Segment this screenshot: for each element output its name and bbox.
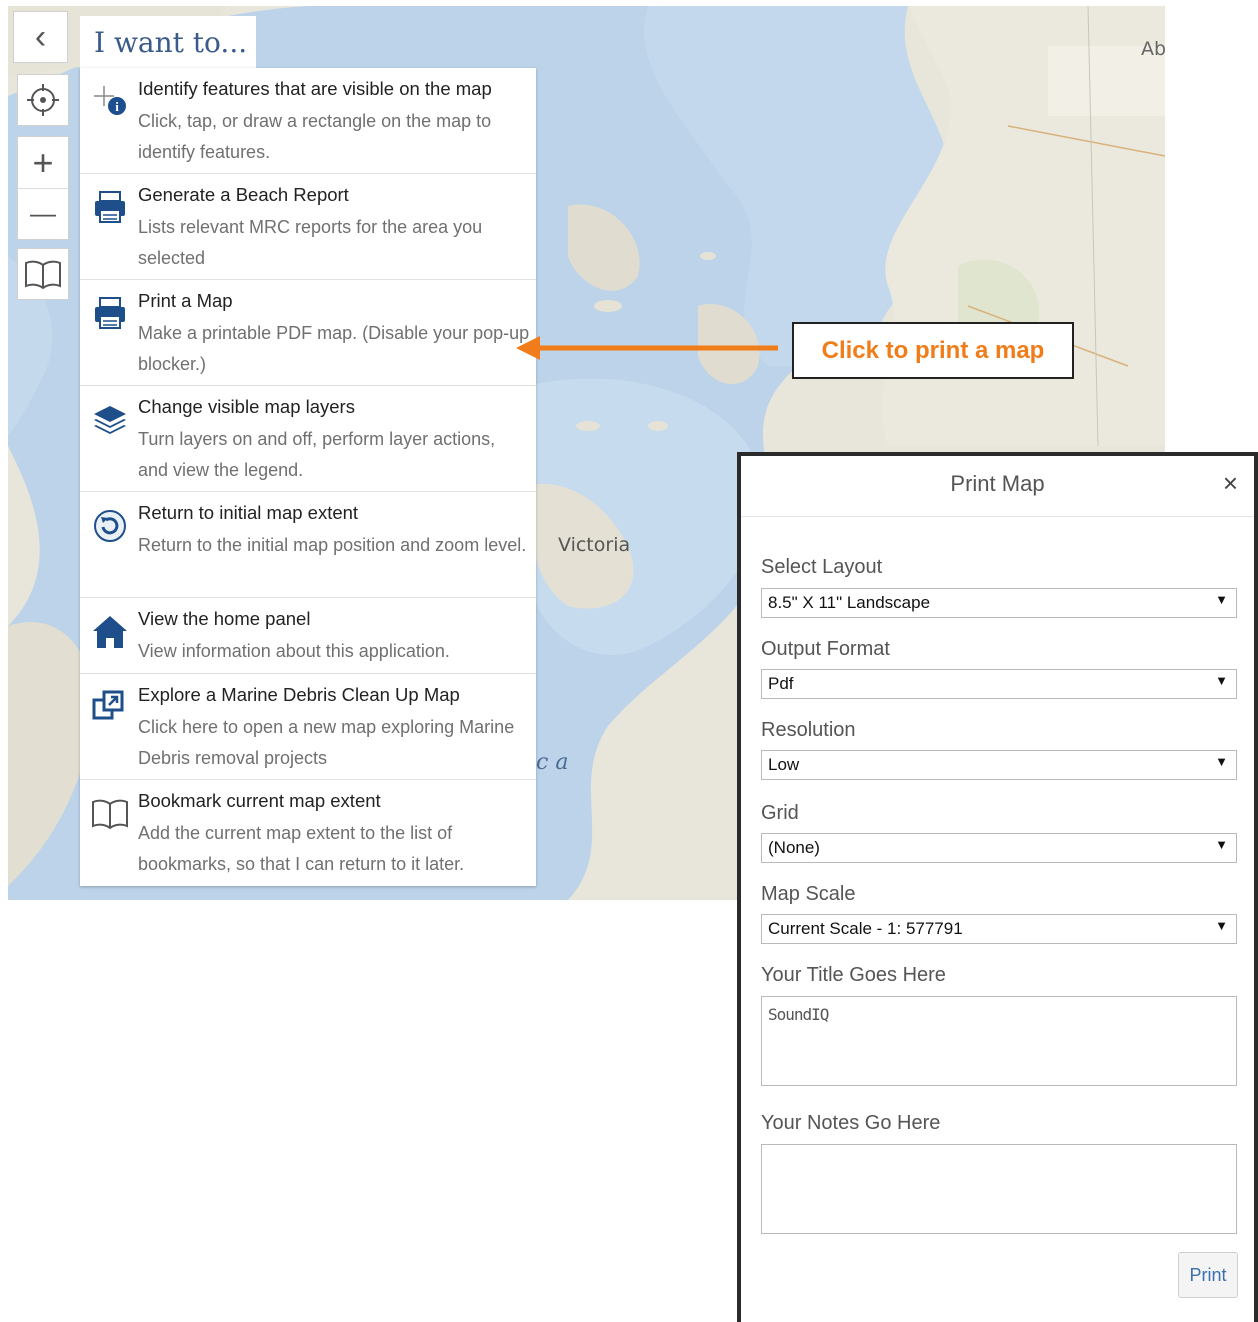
menu-item-marine-debris[interactable]: Explore a Marine Debris Clean Up Map Cli… — [80, 674, 536, 780]
menu-item-print-map[interactable]: Print a Map Make a printable PDF map. (D… — [80, 280, 536, 386]
collapse-panel-button[interactable]: ‹ — [13, 11, 68, 63]
i-want-to-menu: i Identify features that are visible on … — [80, 68, 536, 886]
zoom-in-button[interactable]: + — [18, 137, 68, 189]
zoom-controls: + — — [17, 136, 69, 240]
grid-select-value: (None) — [768, 838, 820, 857]
menu-item-title: Generate a Beach Report — [138, 184, 349, 205]
menu-item-desc: Turn layers on and off, perform layer ac… — [138, 429, 496, 480]
callout-arrow — [516, 336, 778, 360]
crosshair-icon — [27, 84, 59, 116]
dropdown-arrow-icon: ▼ — [1215, 837, 1228, 852]
chevron-left-icon: ‹ — [34, 17, 47, 56]
printer-icon — [95, 297, 125, 329]
menu-item-beach-report[interactable]: Generate a Beach Report Lists relevant M… — [80, 174, 536, 280]
layout-select-value: 8.5" X 11" Landscape — [768, 593, 931, 612]
title-textarea[interactable]: SoundIQ — [761, 996, 1237, 1086]
dialog-title: Print Map — [950, 471, 1045, 496]
layout-label: Select Layout — [761, 556, 883, 578]
menu-item-identify[interactable]: i Identify features that are visible on … — [80, 68, 536, 174]
svg-text:i: i — [115, 99, 119, 114]
open-book-icon — [25, 260, 61, 289]
menu-item-desc: Make a printable PDF map. (Disable your … — [138, 323, 530, 374]
menu-item-desc: Return to the initial map position and z… — [138, 535, 527, 555]
print-map-dialog: Print Map × Select Layout 8.5" X 11" Lan… — [737, 452, 1258, 1322]
print-button[interactable]: Print — [1178, 1252, 1238, 1298]
menu-item-desc: Add the current map extent to the list o… — [138, 823, 465, 874]
external-link-icon — [92, 690, 124, 720]
notes-label: Your Notes Go Here — [761, 1112, 941, 1134]
home-icon — [93, 616, 127, 648]
menu-item-title: Change visible map layers — [138, 396, 355, 417]
layers-icon — [94, 406, 126, 434]
format-select[interactable]: Pdf ▼ — [761, 669, 1237, 699]
printer-icon — [95, 191, 125, 223]
identify-icon: i — [94, 86, 126, 115]
menu-item-title: View the home panel — [138, 608, 311, 629]
print-callout: Click to print a map — [792, 322, 1074, 379]
dropdown-arrow-icon: ▼ — [1215, 918, 1228, 933]
resolution-select-value: Low — [768, 755, 800, 774]
scale-label: Map Scale — [761, 883, 856, 905]
dropdown-arrow-icon: ▼ — [1215, 592, 1228, 607]
menu-item-title: Return to initial map extent — [138, 502, 359, 523]
close-icon[interactable]: × — [1223, 468, 1238, 499]
minus-icon: — — [30, 198, 56, 228]
format-select-value: Pdf — [768, 674, 794, 693]
format-label: Output Format — [761, 638, 890, 660]
menu-item-initial-extent[interactable]: Return to initial map extent Return to t… — [80, 492, 536, 598]
menu-item-map-layers[interactable]: Change visible map layers Turn layers on… — [80, 386, 536, 492]
map-label-ca: c a — [536, 750, 569, 775]
menu-item-title: Explore a Marine Debris Clean Up Map — [138, 684, 460, 705]
scale-select-value: Current Scale - 1: 577791 — [768, 919, 963, 938]
menu-item-desc: Lists relevant MRC reports for the area … — [138, 217, 483, 268]
menu-item-desc: Click here to open a new map exploring M… — [138, 717, 515, 768]
plus-icon: + — [32, 141, 54, 183]
dropdown-arrow-icon: ▼ — [1215, 754, 1228, 769]
map-label-victoria: Victoria — [558, 534, 631, 556]
grid-select[interactable]: (None) ▼ — [761, 833, 1237, 863]
menu-item-title: Print a Map — [138, 290, 233, 311]
title-label: Your Title Goes Here — [761, 964, 946, 986]
menu-item-title: Identify features that are visible on th… — [138, 78, 492, 99]
notes-textarea[interactable] — [761, 1144, 1237, 1234]
bookmark-icon — [92, 799, 128, 830]
zoom-out-button[interactable]: — — [18, 188, 68, 239]
i-want-to-header[interactable]: I want to... — [80, 16, 256, 70]
title-textarea-value: SoundIQ — [768, 1005, 829, 1024]
menu-item-desc: Click, tap, or draw a rectangle on the m… — [138, 111, 492, 162]
menu-item-home-panel[interactable]: View the home panel View information abo… — [80, 598, 536, 674]
layout-select[interactable]: 8.5" X 11" Landscape ▼ — [761, 588, 1237, 618]
bookmarks-button[interactable] — [17, 248, 69, 300]
scale-select[interactable]: Current Scale - 1: 577791 ▼ — [761, 914, 1237, 944]
menu-item-bookmark-extent[interactable]: Bookmark current map extent Add the curr… — [80, 780, 536, 886]
my-location-button[interactable] — [17, 74, 69, 126]
dialog-header: Print Map × — [741, 456, 1254, 517]
dropdown-arrow-icon: ▼ — [1215, 673, 1228, 688]
menu-item-desc: View information about this application. — [138, 641, 450, 661]
grid-label: Grid — [761, 802, 799, 824]
refresh-icon — [94, 510, 126, 542]
resolution-select[interactable]: Low ▼ — [761, 750, 1237, 780]
menu-item-title: Bookmark current map extent — [138, 790, 381, 811]
resolution-label: Resolution — [761, 719, 856, 741]
map-label-ab: Ab — [1141, 38, 1165, 60]
